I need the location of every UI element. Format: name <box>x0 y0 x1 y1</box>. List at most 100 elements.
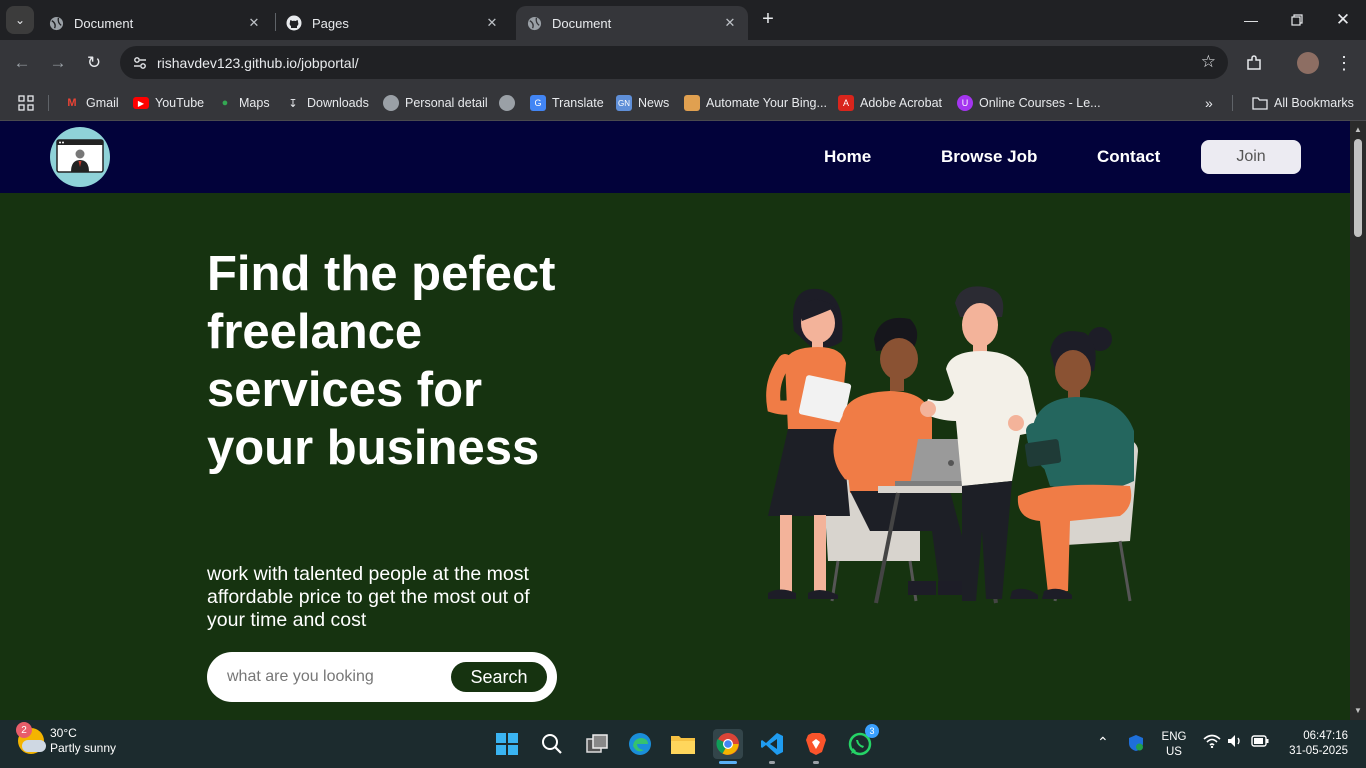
nav-home-link[interactable]: Home <box>824 147 871 167</box>
bookmark-translate[interactable]: G Translate <box>530 93 604 113</box>
github-icon <box>286 15 302 31</box>
nav-browse-job-link[interactable]: Browse Job <box>941 147 1037 167</box>
bookmark-label: Personal detail <box>405 96 488 110</box>
tab-document-active[interactable]: Document ✕ <box>516 6 748 40</box>
join-button[interactable]: Join <box>1201 140 1301 174</box>
bookmark-label: All Bookmarks <box>1274 96 1354 110</box>
bookmark-label: Automate Your Bing... <box>706 96 827 110</box>
close-tab-icon[interactable]: ✕ <box>482 13 502 33</box>
bookmark-label: Adobe Acrobat <box>860 96 943 110</box>
bookmark-gmail[interactable]: M Gmail <box>64 93 118 113</box>
whatsapp-icon[interactable]: 3 <box>845 724 879 759</box>
clock-date: 31-05-2025 <box>1289 745 1348 757</box>
tab-strip: ⌄ Document ✕ Pages ✕ Document ✕ + — ✕ <box>0 0 1366 40</box>
globe-icon <box>48 15 64 31</box>
close-tab-icon[interactable]: ✕ <box>244 13 264 33</box>
search-box: Search <box>207 652 557 702</box>
partly-sunny-icon: 2 <box>16 722 46 754</box>
site-info-icon[interactable] <box>128 51 152 75</box>
scrollbar-thumb[interactable] <box>1354 139 1362 237</box>
battery-icon[interactable] <box>1251 734 1269 750</box>
scroll-down-arrow-icon[interactable]: ▼ <box>1353 706 1363 716</box>
weather-condition: Partly sunny <box>50 741 117 755</box>
bookmarks-bar: M Gmail ▶ YouTube ● Maps ↧ Downloads Persona… <box>0 85 1366 121</box>
hero-title: Find the pefect freelance services for y… <box>207 247 556 475</box>
udemy-icon: U <box>957 95 973 111</box>
bookmark-downloads[interactable]: ↧ Downloads <box>285 93 369 113</box>
globe-icon <box>499 95 515 111</box>
back-button[interactable]: ← <box>10 51 34 75</box>
tab-pages[interactable]: Pages ✕ <box>276 6 510 40</box>
bookmark-globe[interactable] <box>499 93 521 113</box>
new-tab-button[interactable]: + <box>758 9 778 30</box>
hero-subtitle: work with talented people at the most af… <box>207 563 530 631</box>
notification-badge: 2 <box>16 722 32 738</box>
extensions-icon[interactable] <box>1242 51 1266 75</box>
search-input[interactable] <box>227 664 437 690</box>
automate-icon <box>684 95 700 111</box>
maps-icon: ● <box>221 97 229 109</box>
tab-title: Pages <box>312 15 349 31</box>
security-shield-icon[interactable] <box>1128 734 1144 755</box>
whatsapp-badge: 3 <box>865 724 879 738</box>
language-code: ENG <box>1161 731 1187 743</box>
bookmark-automate[interactable]: Automate Your Bing... <box>684 93 827 113</box>
minimize-button[interactable]: — <box>1228 0 1274 40</box>
system-clock[interactable]: 06:47:16 31-05-2025 <box>1276 729 1348 759</box>
acrobat-icon: A <box>838 95 854 111</box>
more-bookmarks-chevron-icon[interactable]: » <box>1205 93 1213 113</box>
active-app-indicator <box>719 761 737 764</box>
language-indicator[interactable]: ENG US <box>1160 730 1188 760</box>
bookmark-acrobat[interactable]: A Adobe Acrobat <box>838 93 942 113</box>
show-hidden-icons-chevron-icon[interactable]: ⌃ <box>1097 734 1109 751</box>
chrome-icon[interactable] <box>713 729 743 759</box>
reload-button[interactable]: ↻ <box>82 51 106 75</box>
profile-avatar[interactable] <box>1296 51 1320 75</box>
bookmarks-divider <box>1232 95 1233 111</box>
scroll-up-arrow-icon[interactable]: ▲ <box>1353 125 1363 135</box>
bookmark-label: News <box>638 96 670 110</box>
tab-document-1[interactable]: Document ✕ <box>38 6 272 40</box>
menu-kebab-icon[interactable]: ⋮ <box>1332 51 1356 75</box>
vscode-icon[interactable] <box>757 729 787 759</box>
edge-browser-icon[interactable] <box>625 729 655 759</box>
restore-button[interactable] <box>1274 0 1320 40</box>
bookmark-youtube[interactable]: ▶ YouTube <box>133 93 204 113</box>
apps-grid-icon[interactable] <box>18 93 34 113</box>
volume-icon[interactable] <box>1227 734 1243 751</box>
close-tab-icon[interactable]: ✕ <box>720 13 740 33</box>
file-explorer-icon[interactable] <box>668 729 698 759</box>
page-scrollbar[interactable]: ▲ ▼ <box>1350 121 1366 720</box>
search-icon[interactable] <box>537 729 567 759</box>
tab-search-button[interactable]: ⌄ <box>6 6 34 34</box>
forward-button[interactable]: → <box>46 51 70 75</box>
site-navbar: Home Browse Job Contact Join <box>0 121 1350 193</box>
close-window-button[interactable]: ✕ <box>1320 0 1366 40</box>
wifi-icon[interactable] <box>1203 734 1221 751</box>
bookmark-online-courses[interactable]: U Online Courses - Le... <box>957 93 1101 113</box>
brave-icon[interactable] <box>801 729 831 759</box>
tab-title: Document <box>552 15 612 31</box>
address-bar[interactable]: rishavdev123.github.io/jobportal/ ☆ <box>120 46 1228 79</box>
all-bookmarks-folder[interactable]: All Bookmarks <box>1252 93 1354 113</box>
team-illustration <box>766 286 1138 604</box>
windows-start-icon[interactable] <box>492 729 522 759</box>
windows-taskbar: 2 30°C Partly sunny 3 ⌃ ENG US 06:47:16 … <box>0 720 1366 768</box>
youtube-icon: ▶ <box>133 97 149 109</box>
search-button[interactable]: Search <box>451 662 547 692</box>
weather-widget[interactable]: 2 30°C Partly sunny <box>16 722 117 756</box>
tab-title: Document <box>74 15 134 31</box>
task-view-icon[interactable] <box>582 729 612 759</box>
person-woman-right <box>1010 327 1134 599</box>
bookmark-star-icon[interactable]: ☆ <box>1201 52 1216 72</box>
site-logo[interactable] <box>50 127 110 187</box>
news-icon: GN <box>616 95 632 111</box>
bookmark-news[interactable]: GN News <box>616 93 669 113</box>
globe-icon <box>526 15 542 31</box>
globe-icon <box>383 95 399 111</box>
nav-contact-link[interactable]: Contact <box>1097 147 1160 167</box>
bookmark-personal-detail[interactable]: Personal detail <box>383 93 488 113</box>
bookmark-label: Downloads <box>307 96 369 110</box>
bookmark-maps[interactable]: ● Maps <box>217 93 270 113</box>
bookmark-label: Online Courses - Le... <box>979 96 1101 110</box>
